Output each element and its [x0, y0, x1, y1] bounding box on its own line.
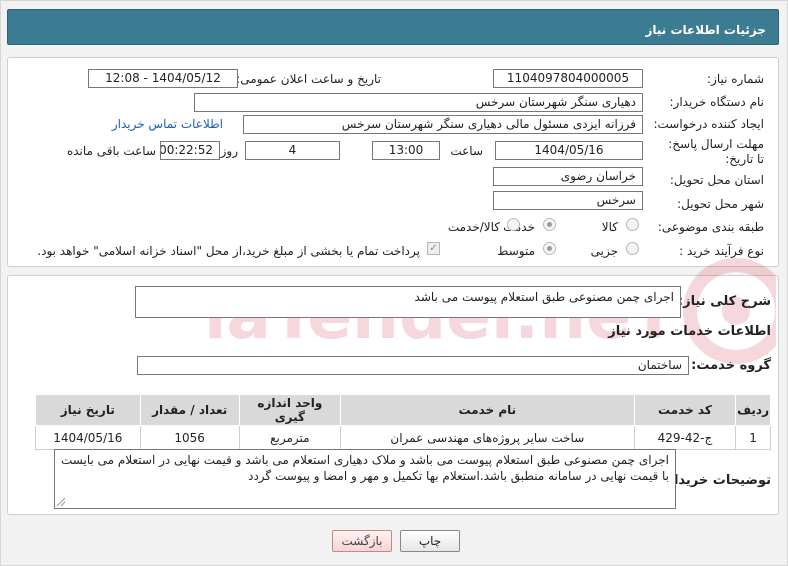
- city-label: شهر محل تحویل:: [677, 197, 764, 211]
- buyer-notes-textarea[interactable]: اجرای چمن مصنوعی طبق استعلام پیوست می با…: [54, 449, 676, 509]
- buyer-notes-text: اجرای چمن مصنوعی طبق استعلام پیوست می با…: [61, 453, 669, 483]
- city-field[interactable]: سرخس: [493, 191, 643, 210]
- process-label: نوع فرآیند خرید :: [679, 244, 764, 258]
- table-row: 1 ج-42-429 ساخت سایر پروژه‌های مهندسی عم…: [35, 425, 771, 450]
- col-quantity: تعداد / مقدار: [139, 394, 240, 426]
- services-section-title: اطلاعات خدمات مورد نیاز: [608, 324, 771, 339]
- buyer-org-field[interactable]: دهیاری سنگر شهرستان سرخس: [194, 93, 643, 112]
- col-need-date: تاریخ نیاز: [35, 394, 141, 426]
- col-unit: واحد اندازه گیری: [238, 394, 341, 426]
- deadline-label: مهلت ارسال پاسخ: تا تاریخ:: [668, 137, 764, 166]
- cell-service-code: ج-42-429: [633, 425, 737, 450]
- cell-row: 1: [735, 425, 771, 450]
- treasury-checkbox[interactable]: ✓: [427, 242, 440, 255]
- cell-unit: مترمربع: [238, 425, 341, 450]
- category-radio-goods[interactable]: [626, 218, 639, 231]
- process-option-medium: متوسط: [497, 244, 535, 258]
- services-table: ردیف کد خدمت نام خدمت واحد اندازه گیری ت…: [35, 394, 771, 450]
- page-header: جزئیات اطلاعات نیاز: [7, 9, 779, 45]
- requester-label: ایجاد کننده درخواست:: [653, 117, 764, 131]
- col-service-code: کد خدمت: [633, 394, 737, 426]
- category-option-goods: کالا: [601, 220, 618, 234]
- process-option-minor: جزیی: [590, 244, 618, 258]
- cell-quantity: 1056: [139, 425, 240, 450]
- need-number-label: شماره نیاز:: [707, 72, 764, 86]
- process-radio-medium[interactable]: [543, 242, 556, 255]
- page-title: جزئیات اطلاعات نیاز: [645, 23, 766, 37]
- remaining-label: ساعت باقی مانده: [66, 144, 156, 158]
- announce-label: تاریخ و ساعت اعلان عمومی:: [236, 72, 381, 86]
- col-service-name: نام خدمت: [339, 394, 635, 426]
- cell-service-name: ساخت سایر پروژه‌های مهندسی عمران: [339, 425, 635, 450]
- buyer-notes-label: توضیحات خریدار:: [661, 473, 771, 488]
- back-button[interactable]: بازگشت: [332, 530, 392, 552]
- category-option-goods-service: کالا/خدمت: [447, 220, 500, 234]
- contact-info-link[interactable]: اطلاعات تماس خریدار: [112, 117, 223, 131]
- deadline-time-label: ساعت: [450, 144, 483, 158]
- province-label: استان محل تحویل:: [669, 173, 764, 187]
- requester-field[interactable]: فرزانه ایزدی مسئول مالی دهیاری سنگر شهرس…: [243, 115, 643, 134]
- days-field[interactable]: 4: [245, 141, 340, 160]
- category-radio-goods-service[interactable]: [507, 218, 520, 231]
- deadline-date-field[interactable]: 1404/05/16: [495, 141, 643, 160]
- announce-field[interactable]: 1404/05/12 - 12:08: [88, 69, 238, 88]
- services-table-header: ردیف کد خدمت نام خدمت واحد اندازه گیری ت…: [35, 394, 771, 426]
- cell-need-date: 1404/05/16: [35, 425, 141, 450]
- category-label: طبقه بندی موضوعی:: [657, 220, 764, 234]
- remaining-time-field[interactable]: 00:22:52: [160, 141, 220, 160]
- resize-handle[interactable]: [57, 498, 65, 506]
- service-group-field[interactable]: ساختمان: [137, 356, 689, 375]
- summary-label: شرح کلی نیاز:: [677, 294, 771, 309]
- province-field[interactable]: خراسان رضوی: [493, 167, 643, 186]
- buyer-org-label: نام دستگاه خریدار:: [669, 95, 765, 109]
- category-radio-service[interactable]: [543, 218, 556, 231]
- need-number-field[interactable]: 1104097804000005: [493, 69, 643, 88]
- deadline-time-field[interactable]: 13:00: [372, 141, 440, 160]
- page-container: جزئیات اطلاعات نیاز شماره نیاز: 11040978…: [0, 0, 788, 566]
- col-row: ردیف: [735, 394, 771, 426]
- info-panel: شماره نیاز: 1104097804000005 تاریخ و ساع…: [7, 57, 779, 267]
- print-button[interactable]: چاپ: [400, 530, 460, 552]
- payment-note: پرداخت تمام یا بخشی از مبلغ خرید،از محل …: [37, 244, 420, 258]
- process-radio-minor[interactable]: [626, 242, 639, 255]
- summary-textarea[interactable]: اجرای چمن مصنوعی طبق استعلام پیوست می با…: [135, 286, 681, 318]
- service-group-label: گروه خدمت:: [691, 358, 771, 373]
